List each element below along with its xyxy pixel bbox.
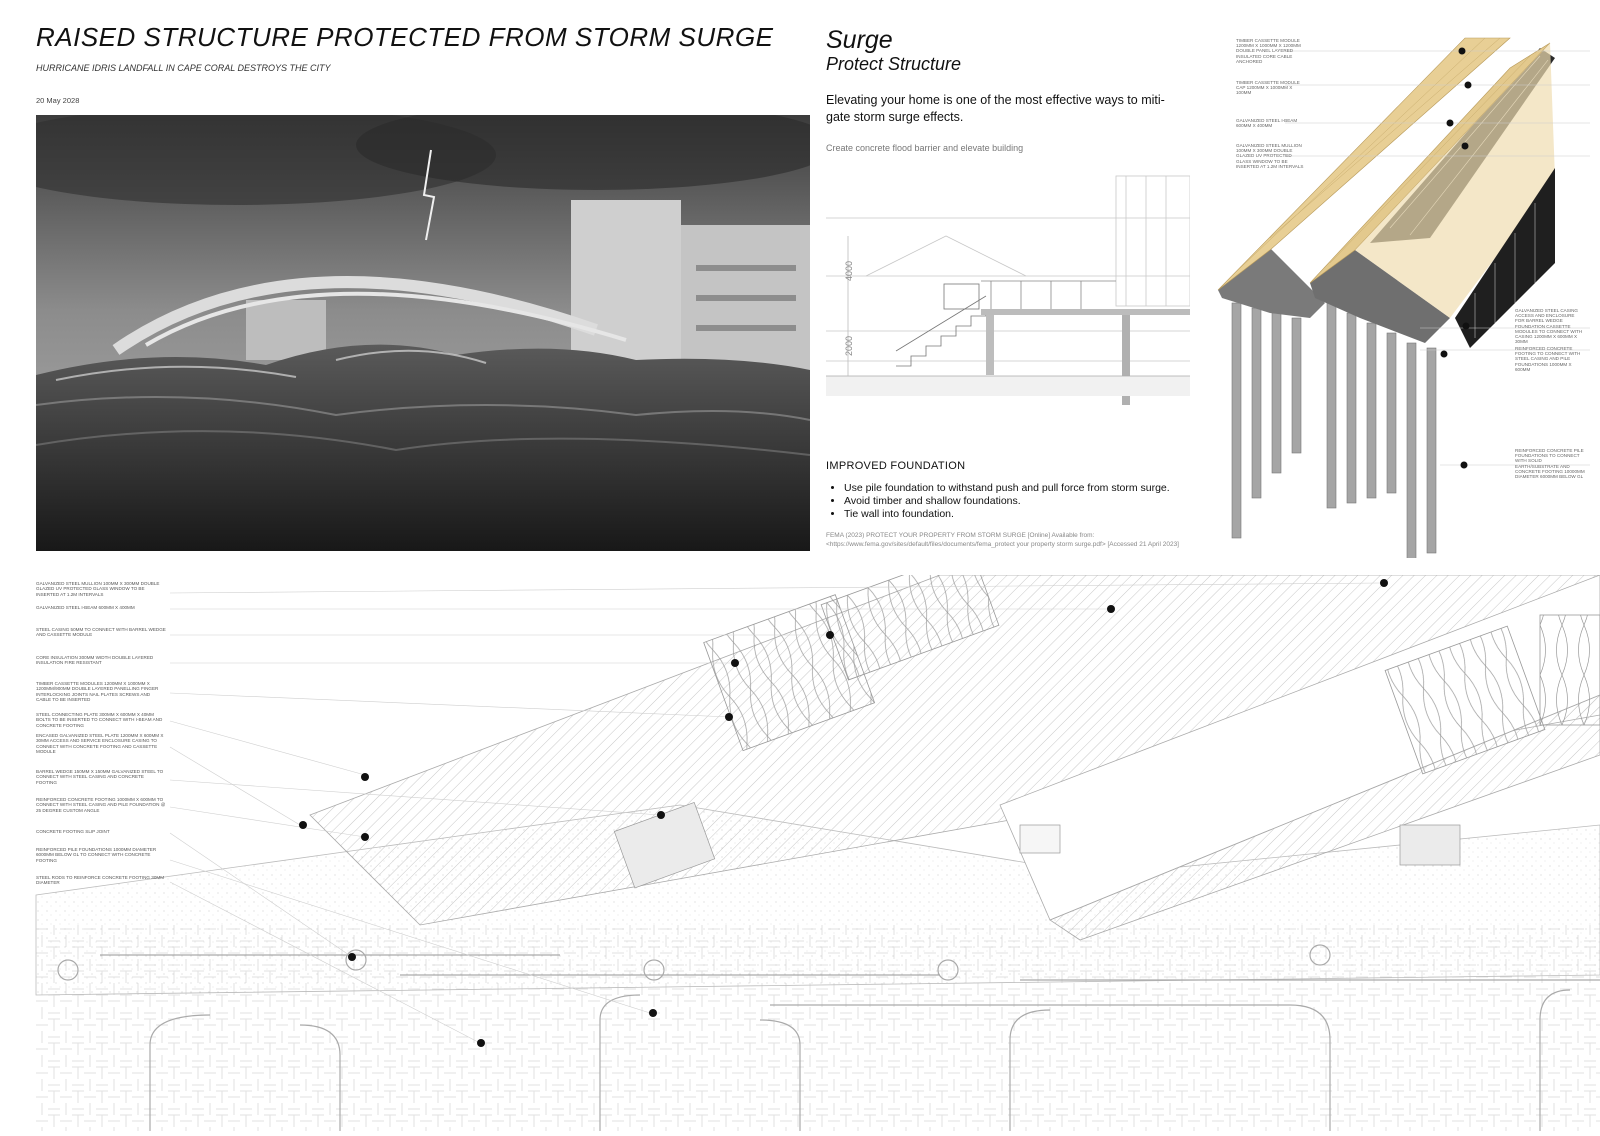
iso-label: REINFORCED CONCRETE PILE FOUNDATIONS TO …: [1515, 448, 1585, 480]
iso-label: TIMBER CASSETTE MODULE 1200MM X 1000MM X…: [1236, 38, 1301, 64]
date-label: 20 May 2028: [36, 96, 80, 105]
detail-label: BARREL WEDGE 150MM X 150MM GALVANIZED ST…: [36, 769, 164, 785]
iso-label: GALVANIZED STEEL CASING ACCESS AND ENCLO…: [1515, 308, 1583, 345]
barrier-note: Create concrete flood barrier and elevat…: [826, 143, 1024, 153]
iso-label: GALVANIZED STEEL MULLION 100MM X 300MM D…: [1236, 143, 1304, 169]
building-section-drawing: 4000 2000: [826, 166, 1191, 436]
foundation-item: Tie wall into foundation.: [844, 508, 1224, 521]
storm-illustration: [36, 115, 810, 551]
detail-svg: [35, 549, 1600, 1131]
detail-label: TIMBER CASSETTE MODULES 1200MM X 1000MM …: [36, 681, 159, 702]
iso-label: REINFORCED CONCRETE FOOTING TO CONNECT W…: [1515, 346, 1581, 372]
section-heading: Surge: [826, 26, 893, 54]
storm-surge-image: [36, 115, 810, 551]
detail-label: REINFORCED PILE FOUNDATIONS 1000MM DIAME…: [36, 847, 157, 863]
detail-label: REINFORCED CONCRETE FOOTING 1000MM X 600…: [36, 797, 166, 813]
foundation-heading: IMPROVED FOUNDATION: [826, 460, 966, 472]
lead-paragraph: Elevating your home is one of the most e…: [826, 93, 1165, 124]
fema-reference: FEMA (2023) PROTECT YOUR PROPERTY FROM S…: [826, 532, 1179, 548]
detail-label: STEEL CASING 50MM TO CONNECT WITH BARREL…: [36, 627, 166, 638]
section-svg: 4000 2000: [826, 166, 1191, 436]
detail-label: GALVANIZED STEEL I-BEAM 600MM X 400MM: [36, 605, 135, 610]
foundation-item: Use pile foundation to withstand push an…: [844, 482, 1224, 495]
foundation-item: Avoid timber and shallow foundations.: [844, 495, 1224, 508]
detail-label: GALVANIZED STEEL MULLION 100MM X 300MM D…: [36, 581, 160, 597]
detail-label: STEEL CONNECTING PLATE 300MM X 600MM X 4…: [36, 712, 163, 728]
section-subheading: Protect Structure: [826, 54, 962, 74]
foundation-list: Use pile foundation to withstand push an…: [826, 482, 1224, 521]
detail-label: CONCRETE FOOTING SLIP JOINT: [36, 829, 110, 834]
detail-label: CORE INSULATION 300MM WIDTH DOUBLE LAYER…: [36, 655, 154, 666]
iso-label: TIMBER CASSETTE MODULE CAP 1200MM X 1000…: [1236, 80, 1300, 96]
iso-label: GALVANIZED STEEL I-BEAM 600MM X 400MM: [1236, 118, 1298, 129]
construction-detail-drawing: GALVANIZED STEEL MULLION 100MM X 300MM D…: [0, 549, 1600, 1131]
isometric-structure-drawing: TIMBER CASSETTE MODULE 1200MM X 1000MM X…: [1210, 28, 1590, 566]
dim-4000: 4000: [844, 261, 854, 281]
page-title: RAISED STRUCTURE PROTECTED FROM STORM SU…: [36, 22, 774, 52]
detail-label: ENCASED GALVANIZED STEEL PLATE 1200MM X …: [36, 733, 164, 754]
page-subtitle: HURRICANE IDRIS LANDFALL IN CAPE CORAL D…: [36, 63, 331, 73]
detail-label: STEEL RODS TO REINFORCE CONCRETE FOOTING…: [36, 875, 165, 886]
dim-2000: 2000: [844, 336, 854, 356]
